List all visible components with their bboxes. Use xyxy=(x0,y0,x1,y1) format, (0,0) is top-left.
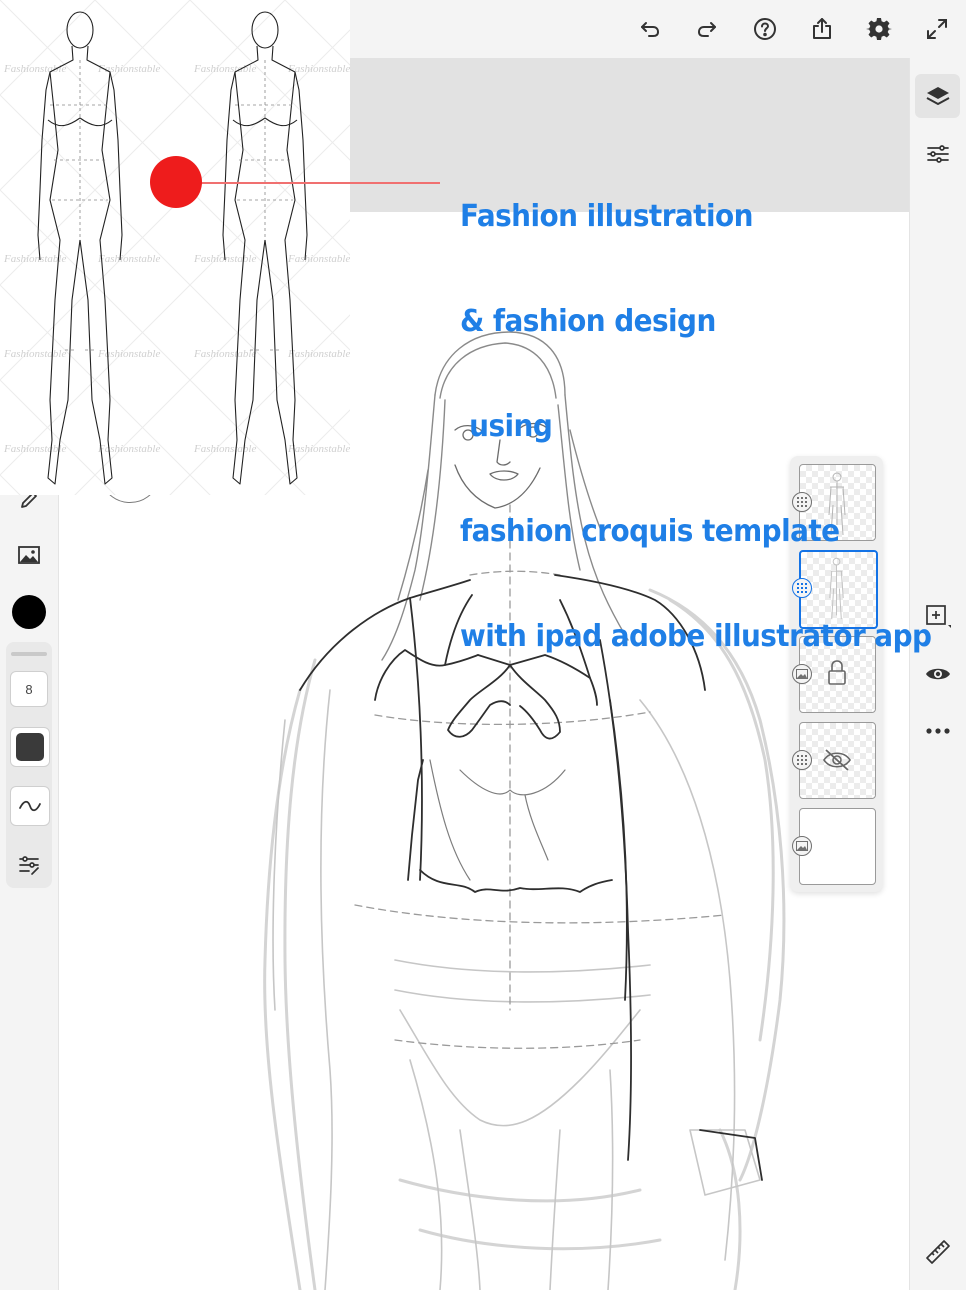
layers-icon[interactable] xyxy=(915,74,960,118)
redo-icon[interactable] xyxy=(690,12,724,46)
watermark-text: Fashionstable xyxy=(287,348,350,360)
brush-settings-icon[interactable] xyxy=(9,845,49,885)
image-icon[interactable] xyxy=(9,535,49,575)
smoothing-button[interactable] xyxy=(10,786,50,826)
fullscreen-icon[interactable] xyxy=(920,12,954,46)
caption-line: with ipad adobe illustrator app xyxy=(460,619,932,654)
watermark-text: Fashionstable xyxy=(287,253,350,265)
share-icon[interactable] xyxy=(805,12,839,46)
caption-line: & fashion design xyxy=(460,304,716,339)
more-icon[interactable] xyxy=(915,709,960,753)
brush-size-value: 8 xyxy=(25,681,33,697)
overlay-caption: Fashion illustration & fashion design us… xyxy=(460,129,932,689)
undo-icon[interactable] xyxy=(633,12,667,46)
watermark-text: Fashionstable xyxy=(193,63,256,75)
ruler-icon[interactable] xyxy=(915,1230,960,1274)
opacity-slider-handle[interactable] xyxy=(11,652,47,656)
wave-icon xyxy=(19,800,41,812)
brush-swatch xyxy=(16,733,44,761)
watermark-text: Fashionstable xyxy=(97,63,160,75)
pointer-line xyxy=(176,182,440,184)
watermark-text: Fashionstable xyxy=(3,253,66,265)
image-layer-icon xyxy=(792,836,812,856)
watermark-text: Fashionstable xyxy=(97,253,160,265)
watermark-text: Fashionstable xyxy=(287,443,350,455)
watermark-text: Fashionstable xyxy=(3,348,66,360)
watermark-text: Fashionstable xyxy=(193,348,256,360)
watermark-text: Fashionstable xyxy=(3,443,66,455)
settings-icon[interactable] xyxy=(862,12,896,46)
brush-size-field[interactable]: 8 xyxy=(10,671,48,707)
red-marker-dot xyxy=(150,156,202,208)
caption-line: Fashion illustration xyxy=(460,199,753,234)
watermark-text: Fashionstable xyxy=(287,63,350,75)
raster-layer-icon xyxy=(792,750,812,770)
croquis-template-image: Fashionstable Fashionstable Fashionstabl… xyxy=(0,0,350,495)
caption-line: fashion croquis template xyxy=(460,514,840,549)
caption-line: using xyxy=(460,409,553,444)
color-swatch xyxy=(12,595,46,629)
help-icon[interactable] xyxy=(748,12,782,46)
watermark-text: Fashionstable xyxy=(193,443,256,455)
watermark-text: Fashionstable xyxy=(97,348,160,360)
color-picker-button[interactable] xyxy=(9,592,49,632)
brush-preview-button[interactable] xyxy=(10,727,50,767)
watermark-text: Fashionstable xyxy=(97,443,160,455)
